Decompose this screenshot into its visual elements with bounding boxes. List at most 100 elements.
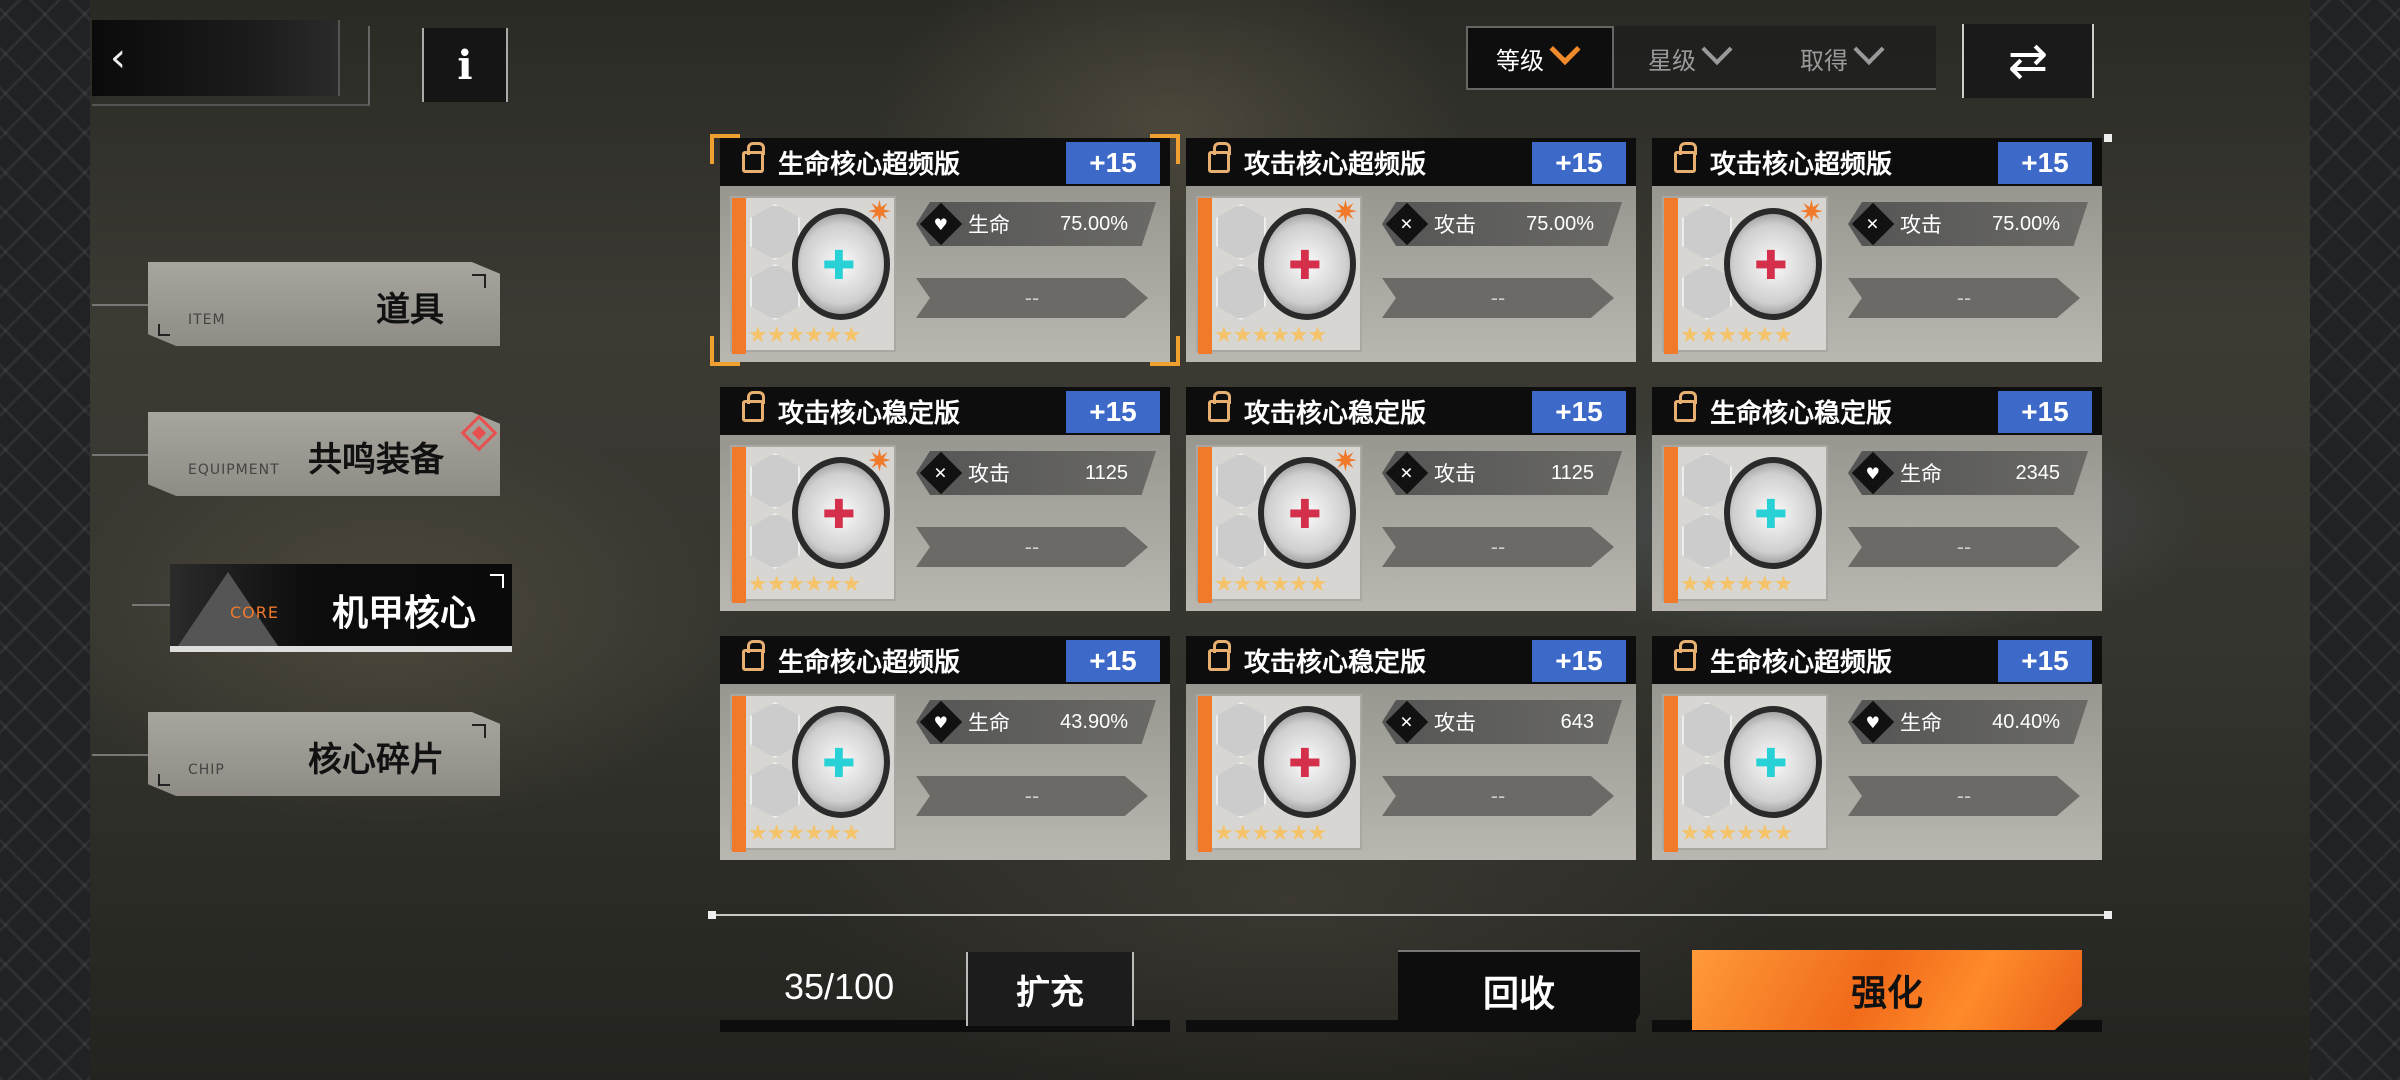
crossed-swords-icon: ✕ — [1385, 451, 1429, 495]
core-portrait: ✚ ✷ ★★★★★★ — [730, 445, 896, 603]
spark-icon: ✷ — [1332, 444, 1358, 479]
stat-value: 1125 — [1550, 461, 1594, 484]
left-pattern-border — [0, 0, 90, 1080]
rarity-stripe — [1198, 447, 1212, 603]
attack-cross-icon: ✚ — [1288, 492, 1322, 538]
core-name: 攻击核心稳定版 — [778, 398, 961, 429]
lock-icon[interactable] — [1674, 391, 1697, 422]
lock-icon[interactable] — [1674, 142, 1697, 173]
sort-bar: 等级 星级 取得 — [1466, 26, 1936, 90]
core-card[interactable]: 生命核心超频版 +15 ✚ ★★★★★★ ♥ 生命 40.40% -- — [1652, 636, 2102, 860]
corner-mark — [490, 574, 504, 588]
level-badge: +15 — [1532, 640, 1626, 682]
main-stat: ✕ 攻击 1125 — [1382, 451, 1622, 495]
back-button[interactable]: ‹ — [92, 20, 340, 96]
core-card[interactable]: 攻击核心稳定版 +15 ✚ ✷ ★★★★★★ ✕ 攻击 1125 -- — [720, 387, 1170, 611]
lock-icon[interactable] — [1208, 391, 1231, 422]
rarity-stripe — [732, 696, 746, 852]
heart-icon: ♥ — [1851, 700, 1895, 744]
main-stat: ♥ 生命 2345 — [1848, 451, 2088, 495]
heal-cross-icon: ✚ — [1754, 492, 1788, 538]
recycle-button[interactable]: 回收 — [1398, 950, 1640, 1030]
main-stat: ♥ 生命 40.40% — [1848, 700, 2088, 744]
lock-icon[interactable] — [742, 391, 765, 422]
heart-icon: ♥ — [919, 700, 963, 744]
sort-option-star[interactable]: 星级 — [1648, 26, 1733, 90]
chevron-left-icon: ‹ — [110, 35, 126, 81]
info-button[interactable]: i — [422, 28, 508, 102]
lock-icon[interactable] — [1208, 640, 1231, 671]
core-card[interactable]: 攻击核心超频版 +15 ✚ ✷ ★★★★★★ ✕ 攻击 75.00% -- — [1186, 138, 1636, 362]
core-name: 生命核心稳定版 — [1710, 398, 1893, 429]
stat-label: 攻击 — [968, 462, 1010, 486]
nav-item-en: EQUIPMENT — [188, 462, 280, 478]
nav-item-chip[interactable]: CHIP 核心碎片 — [148, 712, 500, 796]
core-portrait: ✚ ★★★★★★ — [1196, 694, 1362, 852]
nav-item-en: CHIP — [188, 762, 225, 778]
sort-label: 等级 — [1496, 46, 1544, 75]
sub-stat: -- — [1848, 776, 2080, 816]
expand-button[interactable]: 扩充 — [966, 952, 1134, 1026]
core-card[interactable]: 生命核心超频版 +15 ✚ ✷ ★★★★★★ ♥ 生命 75.00% -- — [720, 138, 1170, 362]
main-stat: ♥ 生命 75.00% — [916, 202, 1156, 246]
lock-icon[interactable] — [742, 142, 765, 173]
nav-item-item[interactable]: ITEM 道具 — [148, 262, 500, 346]
right-pattern-border — [2310, 0, 2400, 1080]
core-card[interactable]: 攻击核心超频版 +15 ✚ ✷ ★★★★★★ ✕ 攻击 75.00% -- — [1652, 138, 2102, 362]
stat-value: 643 — [1560, 710, 1594, 733]
frame-dot — [2104, 134, 2112, 142]
card-header: 攻击核心稳定版 +15 — [1186, 387, 1636, 435]
rarity-stripe — [1664, 696, 1678, 852]
core-name: 生命核心超频版 — [778, 149, 961, 180]
nav-item-equipment[interactable]: EQUIPMENT 共鸣装备 — [148, 412, 500, 496]
core-card[interactable]: 生命核心稳定版 +15 ✚ ★★★★★★ ♥ 生命 2345 -- — [1652, 387, 2102, 611]
crossed-swords-icon: ✕ — [1385, 700, 1429, 744]
lock-icon[interactable] — [1208, 142, 1231, 173]
lock-icon[interactable] — [742, 640, 765, 671]
corner-mark — [472, 274, 486, 288]
star-rating: ★★★★★★ — [1214, 323, 1327, 348]
stat-value: 75.00% — [1526, 212, 1594, 235]
card-header: 攻击核心稳定版 +15 — [1186, 636, 1636, 684]
core-card[interactable]: 生命核心超频版 +15 ✚ ★★★★★★ ♥ 生命 43.90% -- — [720, 636, 1170, 860]
core-portrait: ✚ ✷ ★★★★★★ — [1662, 196, 1828, 354]
sub-stat: -- — [916, 527, 1148, 567]
sort-option-obtained[interactable]: 取得 — [1800, 26, 1885, 90]
chevron-down-icon — [1853, 33, 1885, 66]
stat-label: 攻击 — [1434, 711, 1476, 735]
stat-value: 1125 — [1084, 461, 1128, 484]
level-badge: +15 — [1998, 142, 2092, 184]
core-portrait: ✚ ✷ ★★★★★★ — [1196, 196, 1362, 354]
star-rating: ★★★★★★ — [1680, 821, 1793, 846]
core-card[interactable]: 攻击核心稳定版 +15 ✚ ★★★★★★ ✕ 攻击 643 -- — [1186, 636, 1636, 860]
enhance-button[interactable]: 强化 — [1692, 950, 2082, 1030]
nav-item-label: 核心碎片 — [308, 740, 444, 780]
nav-item-label: 共鸣装备 — [308, 440, 444, 480]
sort-option-level[interactable]: 等级 — [1466, 26, 1614, 90]
level-badge: +15 — [1998, 391, 2092, 433]
main-stat: ✕ 攻击 1125 — [916, 451, 1156, 495]
core-portrait: ✚ ★★★★★★ — [1662, 694, 1828, 852]
attack-cross-icon: ✚ — [1754, 243, 1788, 289]
crossed-swords-icon: ✕ — [919, 451, 963, 495]
corner-mark — [158, 324, 170, 336]
nav-connector — [92, 754, 148, 756]
heal-cross-icon: ✚ — [1754, 741, 1788, 787]
core-name: 攻击核心稳定版 — [1244, 398, 1427, 429]
main-stat: ✕ 攻击 75.00% — [1848, 202, 2088, 246]
sub-stat: -- — [1848, 527, 2080, 567]
sort-label: 取得 — [1800, 46, 1848, 75]
lock-icon[interactable] — [1674, 640, 1697, 671]
rarity-stripe — [1664, 447, 1678, 603]
swap-order-button[interactable]: ⇄ — [1962, 24, 2094, 98]
nav-item-en: CORE — [230, 603, 279, 622]
nav-item-core[interactable]: CORE 机甲核心 — [170, 564, 512, 652]
core-portrait: ✚ ✷ ★★★★★★ — [1196, 444, 1362, 603]
corner-mark — [472, 724, 486, 738]
core-card[interactable]: 攻击核心稳定版 +15 ✚ ✷ ★★★★★★ ✕ 攻击 1125 -- — [1186, 387, 1636, 611]
star-rating: ★★★★★★ — [748, 323, 861, 348]
selection-corner — [1150, 134, 1180, 164]
frame-dot — [2104, 911, 2112, 919]
rarity-stripe — [732, 447, 746, 603]
rarity-stripe — [1198, 198, 1212, 354]
